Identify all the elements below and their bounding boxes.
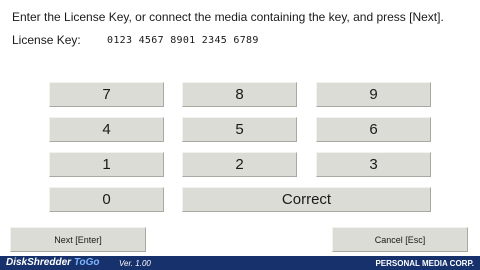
correct-button[interactable]: Correct (182, 187, 431, 212)
key-2[interactable]: 2 (182, 152, 297, 177)
product-name-togo: ToGo (73, 257, 100, 268)
key-8[interactable]: 8 (182, 82, 297, 107)
instruction-text: Enter the License Key, or connect the me… (12, 10, 444, 24)
next-button[interactable]: Next [Enter] (10, 227, 146, 252)
key-0[interactable]: 0 (49, 187, 164, 212)
product-name: DiskShredder ToGo (6, 257, 100, 269)
key-6[interactable]: 6 (316, 117, 431, 142)
company-name: PERSONAL MEDIA CORP. (375, 259, 474, 268)
footer-bar: DiskShredder ToGo Ver. 1.00 PERSONAL MED… (0, 256, 480, 270)
key-7[interactable]: 7 (49, 82, 164, 107)
product-name-main: DiskShredder (6, 257, 74, 268)
key-9[interactable]: 9 (316, 82, 431, 107)
key-5[interactable]: 5 (182, 117, 297, 142)
license-key-value: 0123 4567 8901 2345 6789 (107, 35, 259, 46)
license-key-label: License Key: (12, 33, 81, 47)
cancel-button[interactable]: Cancel [Esc] (332, 227, 468, 252)
key-4[interactable]: 4 (49, 117, 164, 142)
version-label: Ver. 1.00 (119, 259, 151, 268)
key-1[interactable]: 1 (49, 152, 164, 177)
key-3[interactable]: 3 (316, 152, 431, 177)
